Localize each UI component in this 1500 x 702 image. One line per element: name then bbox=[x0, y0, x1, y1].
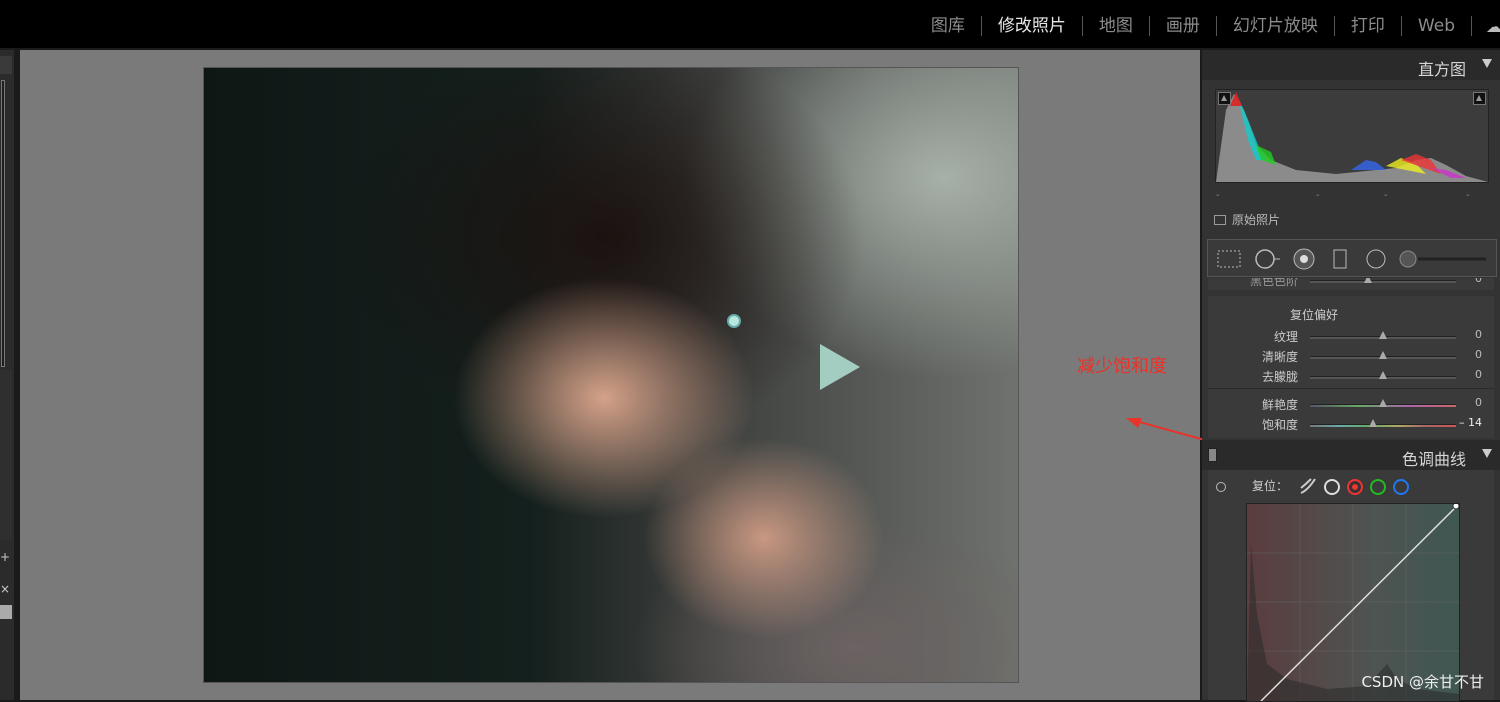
red-eye-icon[interactable] bbox=[1292, 248, 1316, 270]
tone-curve-panel: 复位： bbox=[1208, 470, 1494, 702]
target-adjust-icon[interactable] bbox=[1216, 482, 1226, 492]
tone-curve-title: 色调曲线 bbox=[1401, 450, 1466, 469]
collapse-triangle-icon[interactable] bbox=[1482, 59, 1492, 68]
collapse-triangle-icon[interactable] bbox=[1482, 449, 1492, 458]
original-photo-checkbox[interactable] bbox=[1214, 214, 1226, 225]
crop-overlay-icon[interactable] bbox=[1216, 248, 1242, 270]
watermark: CSDN @余甘不甘 bbox=[1361, 673, 1484, 691]
histogram-graph bbox=[1215, 89, 1489, 183]
shadow-clipping-icon[interactable] bbox=[1218, 92, 1231, 105]
saturation-slider-track[interactable] bbox=[1310, 424, 1456, 427]
panel-toggle-icon[interactable] bbox=[1208, 448, 1217, 462]
module-web[interactable]: Web bbox=[1402, 16, 1472, 36]
zoom-loupe-icon[interactable] bbox=[727, 314, 741, 328]
clarity-slider-row[interactable]: 清晰度 0 bbox=[1208, 346, 1494, 366]
adjustment-brush-icon[interactable] bbox=[1398, 248, 1488, 270]
add-preset-icon[interactable]: + bbox=[0, 550, 12, 564]
close-icon[interactable]: × bbox=[0, 582, 12, 596]
clarity-slider-knob[interactable] bbox=[1379, 351, 1387, 359]
texture-slider-knob[interactable] bbox=[1379, 331, 1387, 339]
dehaze-slider-row[interactable]: 去朦胧 0 bbox=[1208, 366, 1494, 386]
photo-preview[interactable] bbox=[203, 67, 1019, 683]
module-book[interactable]: 画册 bbox=[1150, 16, 1217, 36]
vibrance-slider-knob[interactable] bbox=[1379, 399, 1387, 407]
original-photo-toggle[interactable]: 原始照片 bbox=[1214, 211, 1280, 228]
blue-channel-icon[interactable] bbox=[1393, 479, 1409, 495]
annotation-text: 减少饱和度 bbox=[1077, 356, 1167, 377]
saturation-slider-knob[interactable] bbox=[1368, 419, 1377, 427]
play-icon[interactable] bbox=[820, 344, 860, 390]
left-panel-preview-edge bbox=[1, 80, 5, 367]
green-channel-icon[interactable] bbox=[1370, 479, 1386, 495]
module-map[interactable]: 地图 bbox=[1083, 16, 1150, 36]
module-library[interactable]: 图库 bbox=[915, 16, 982, 36]
photo-canvas bbox=[20, 50, 1200, 700]
texture-slider-row[interactable]: 纹理 0 bbox=[1208, 326, 1494, 346]
left-panel-collapsed: + × bbox=[0, 50, 14, 700]
parametric-curve-icon[interactable] bbox=[1298, 476, 1318, 496]
module-slideshow[interactable]: 幻灯片放映 bbox=[1217, 16, 1335, 36]
red-channel-icon[interactable] bbox=[1347, 479, 1363, 495]
tool-strip bbox=[1207, 239, 1497, 277]
presence-section: 复位偏好 纹理 0 清晰度 0 去朦胧 0 鲜艳度 0 饱和度 – 14 bbox=[1208, 296, 1494, 438]
graduated-filter-icon[interactable] bbox=[1332, 248, 1348, 270]
vibrance-slider-row[interactable]: 鲜艳度 0 bbox=[1208, 394, 1494, 414]
saturation-slider-row[interactable]: 饱和度 – 14 bbox=[1208, 414, 1494, 434]
reset-label: 复位： bbox=[1252, 479, 1289, 493]
blacks-slider-row[interactable]: 黑色色阶 0 bbox=[1208, 278, 1494, 290]
right-panel: 直方图 - - - - 原始照片 黑色色阶 0 复位偏好 纹理 0 清晰度 0 … bbox=[1202, 50, 1500, 702]
basic-panel-partial: 黑色色阶 0 bbox=[1208, 278, 1494, 290]
histogram-title: 直方图 bbox=[1417, 60, 1466, 79]
presence-title[interactable]: 复位偏好 bbox=[1290, 306, 1338, 323]
left-panel-scroll-arrows[interactable] bbox=[0, 56, 12, 74]
spot-removal-icon[interactable] bbox=[1254, 248, 1282, 270]
histogram-header[interactable]: 直方图 bbox=[1202, 50, 1500, 80]
dehaze-slider-knob[interactable] bbox=[1379, 371, 1387, 379]
left-panel-scrollbar[interactable] bbox=[0, 370, 12, 540]
tone-curve-header[interactable]: 色调曲线 bbox=[1202, 440, 1500, 470]
module-develop[interactable]: 修改照片 bbox=[982, 16, 1083, 36]
module-print[interactable]: 打印 bbox=[1335, 16, 1402, 36]
left-panel-selected-item[interactable] bbox=[0, 605, 12, 619]
highlight-clipping-icon[interactable] bbox=[1473, 92, 1486, 105]
radial-filter-icon[interactable] bbox=[1364, 248, 1388, 270]
rgb-channel-icon[interactable] bbox=[1324, 479, 1340, 495]
top-bar: 图库 修改照片 地图 画册 幻灯片放映 打印 Web ☁ bbox=[0, 0, 1500, 48]
cloud-icon[interactable]: ☁ bbox=[1472, 17, 1500, 36]
original-photo-label: 原始照片 bbox=[1232, 213, 1281, 227]
section-divider bbox=[1208, 388, 1494, 389]
module-picker: 图库 修改照片 地图 画册 幻灯片放映 打印 Web ☁ bbox=[915, 12, 1500, 40]
